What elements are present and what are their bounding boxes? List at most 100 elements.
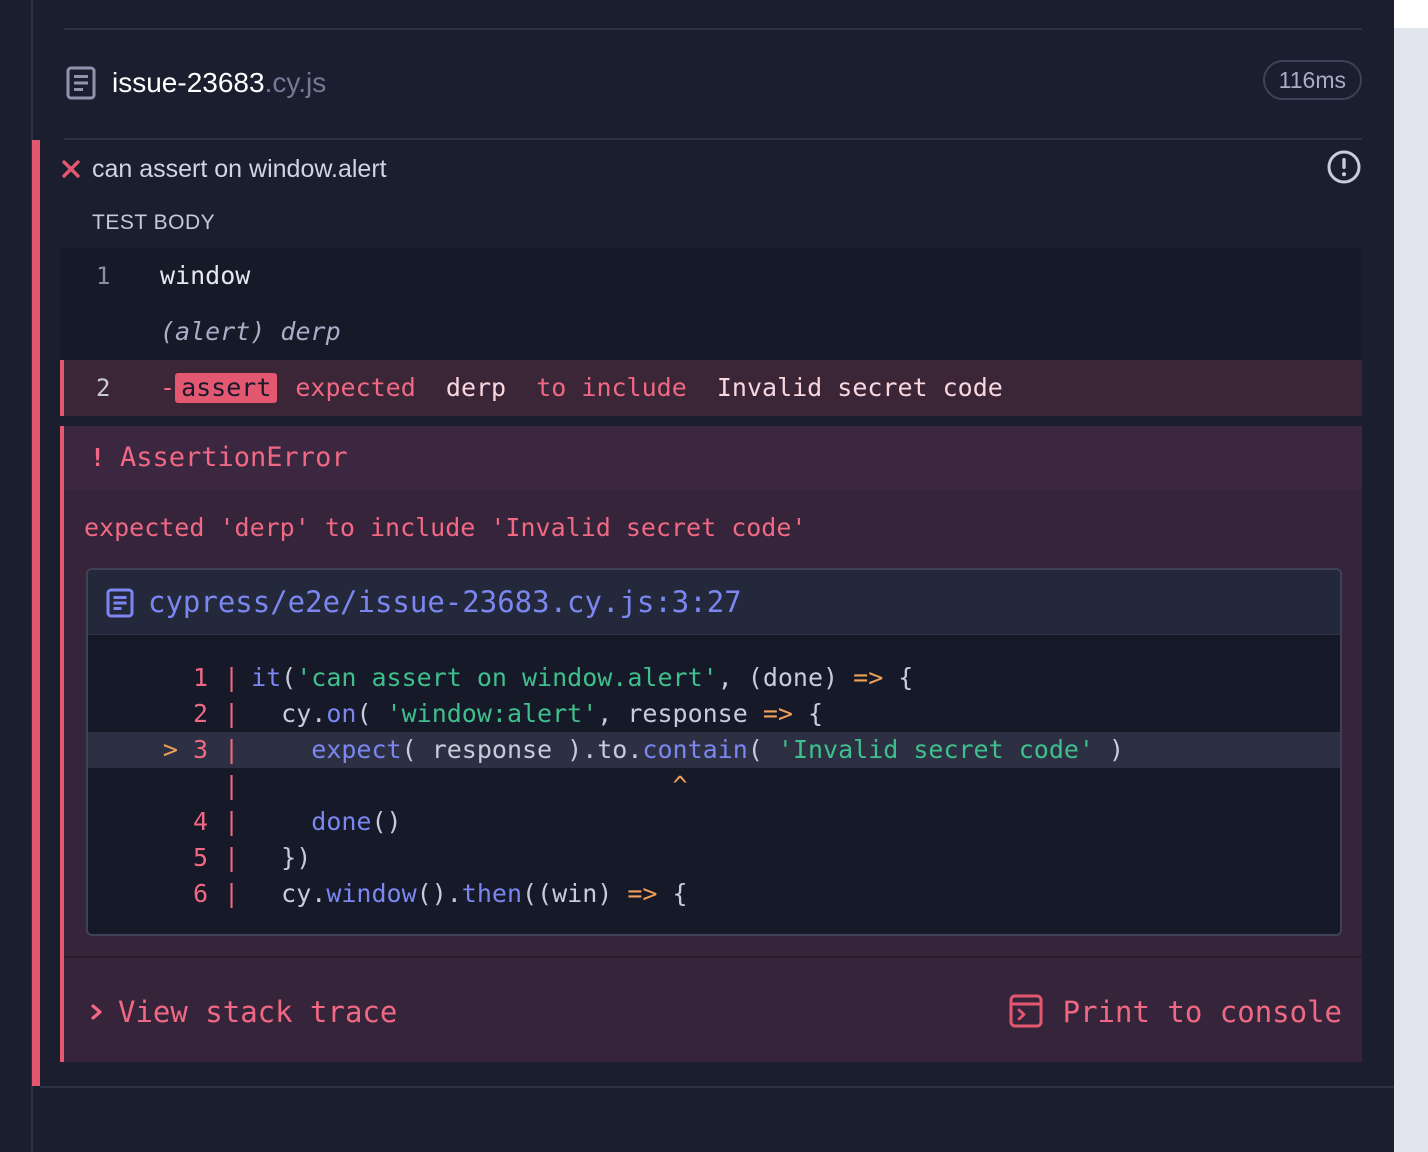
code-token: 'Invalid secret code'	[777, 735, 1094, 764]
error-panel: ! AssertionError expected 'derp' to incl…	[60, 426, 1362, 1062]
command-row[interactable]: 1 window	[60, 248, 1362, 304]
code-token: =>	[762, 699, 793, 728]
code-token: })	[251, 843, 312, 872]
code-token: ((win)	[522, 879, 628, 908]
code-line-number: 6	[192, 879, 208, 908]
code-token: =>	[853, 663, 884, 692]
code-token: on	[326, 699, 357, 728]
code-token: ^	[251, 771, 688, 800]
code-frame: cypress/e2e/issue-23683.cy.js:3:27 1 | it(…	[86, 568, 1342, 936]
code-line-separator: |	[224, 699, 240, 728]
code-line: 6 | cy.window().then((win) => {	[88, 876, 1340, 912]
code-line-gutter: > 3	[88, 732, 208, 768]
code-token: , (done)	[717, 663, 854, 692]
code-line-pointer: >	[162, 735, 178, 764]
code-line: > 3 | expect( response ).to.contain( 'Inv…	[88, 732, 1340, 768]
code-line: 5 | })	[88, 840, 1340, 876]
code-token: =>	[627, 879, 658, 908]
spec-extension: .cy.js	[264, 67, 327, 98]
command-row[interactable]: (alert) derp	[60, 304, 1362, 360]
code-token: it	[251, 663, 282, 692]
spec-file-name: issue-23683.cy.js	[112, 66, 326, 100]
view-stack-trace-button[interactable]: View stack trace	[86, 992, 397, 1032]
test-title[interactable]: can assert on window.alert	[92, 152, 387, 186]
x-icon	[62, 160, 80, 178]
code-line-gutter: 4	[88, 804, 208, 840]
code-line-gutter: 1	[88, 660, 208, 696]
code-token: {	[657, 879, 688, 908]
code-line-gutter: 6	[88, 876, 208, 912]
code-token: ( response ).to.	[401, 735, 643, 764]
code-token: contain	[642, 735, 748, 764]
code-token: window	[326, 879, 417, 908]
command-log: 1 window (alert) derp 2 - assert expected …	[60, 248, 1362, 416]
code-line-separator: |	[224, 807, 240, 836]
command-text: - assert expected derp to include Invalid …	[160, 360, 1003, 416]
command-name-badge: assert	[175, 373, 278, 403]
error-message: expected 'derp' to include 'Invalid secr…	[84, 513, 807, 542]
print-to-console-button[interactable]: Print to console	[1009, 992, 1342, 1032]
error-bang-icon: !	[90, 443, 106, 472]
assert-message-part: derp	[445, 373, 507, 402]
code-line-separator: |	[224, 735, 240, 764]
code-token: (	[281, 663, 297, 692]
spec-header[interactable]: issue-23683.cy.js 116ms	[64, 30, 1362, 138]
document-icon	[66, 66, 96, 100]
command-text: window	[160, 261, 251, 290]
document-icon	[106, 588, 134, 618]
code-line: 4 | done()	[88, 804, 1340, 840]
code-token: 'can assert on window.alert'	[296, 663, 718, 692]
code-token: , response	[597, 699, 763, 728]
divider	[64, 138, 1362, 140]
code-line-gutter: 2	[88, 696, 208, 732]
code-line-number: 2	[192, 699, 208, 728]
chevron-right-icon	[91, 1004, 102, 1020]
code-frame-file-link[interactable]: cypress/e2e/issue-23683.cy.js:3:27	[148, 582, 742, 622]
code-line-gutter: 5	[88, 840, 208, 876]
code-lines: 1 | it('can assert on window.alert', (done…	[88, 660, 1340, 912]
code-line: | ^	[88, 768, 1340, 804]
reporter-left-gutter	[0, 0, 33, 1152]
code-line-separator: |	[224, 879, 240, 908]
code-token: then	[461, 879, 523, 908]
command-number: 2	[96, 374, 111, 402]
code-token: expect	[311, 735, 402, 764]
view-stack-trace-label: View stack trace	[118, 995, 398, 1029]
divider	[64, 956, 1362, 958]
divider	[40, 1086, 1394, 1088]
assert-message-part: expected	[295, 373, 416, 402]
code-line-number: 5	[192, 843, 208, 872]
code-line-number: 1	[192, 663, 208, 692]
command-dash: -	[160, 373, 176, 402]
code-token: )	[1093, 735, 1125, 764]
code-line-separator: |	[224, 843, 240, 872]
code-token: (	[747, 735, 778, 764]
code-token: {	[883, 663, 914, 692]
command-text: (alert) derp	[160, 317, 341, 346]
code-token: done	[311, 807, 372, 836]
assert-message-part: Invalid secret code	[716, 373, 1003, 402]
code-token: {	[792, 699, 824, 728]
code-line-number: 4	[192, 807, 208, 836]
code-line-number: 3	[192, 735, 208, 764]
code-line-separator: |	[224, 771, 240, 800]
duration-badge: 116ms	[1262, 60, 1362, 100]
code-line: 2 | cy.on( 'window:alert', response => {	[88, 696, 1340, 732]
command-number: 1	[96, 262, 111, 290]
error-name: AssertionError	[120, 442, 348, 473]
command-row-failed[interactable]: 2 - assert expected derp to include Invali…	[60, 360, 1362, 416]
reporter-scrollbar-track[interactable]	[1394, 0, 1428, 1152]
code-line-gutter	[88, 768, 208, 804]
code-token: cy.	[251, 699, 327, 728]
assert-message-part: to include	[536, 373, 687, 402]
failed-test-indicator-bar	[32, 140, 40, 1086]
alert-circle-icon[interactable]	[1326, 149, 1362, 185]
code-token: cy.	[251, 879, 327, 908]
error-header: ! AssertionError	[64, 426, 1362, 490]
code-token: ()	[371, 807, 402, 836]
code-frame-header[interactable]: cypress/e2e/issue-23683.cy.js:3:27	[88, 570, 1340, 635]
test-body-label: TEST BODY	[92, 211, 216, 234]
code-line-separator: |	[224, 663, 240, 692]
scrollbar-top	[1394, 0, 1428, 28]
